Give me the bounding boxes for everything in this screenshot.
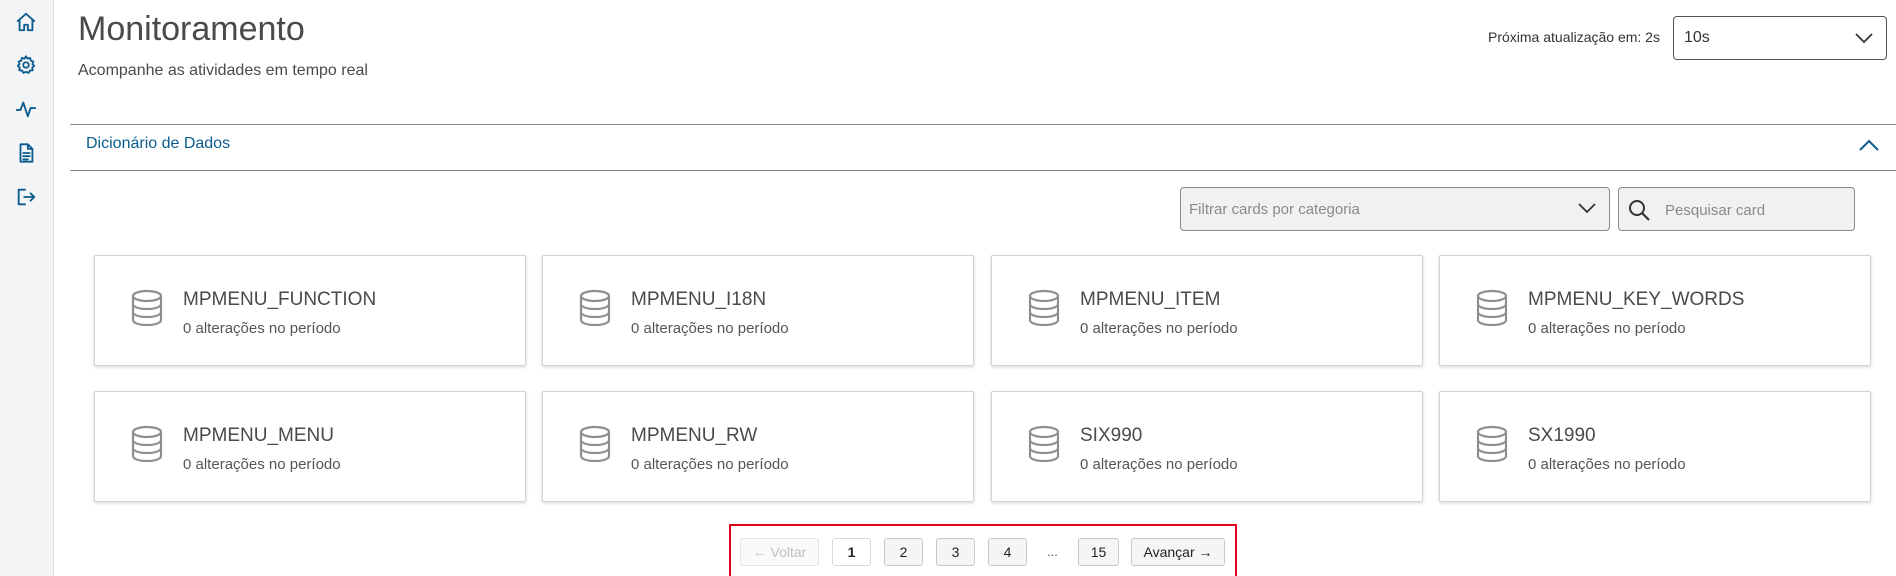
sidebar-item-documents[interactable]	[13, 140, 39, 166]
chevron-up-icon	[1859, 139, 1879, 151]
chevron-down-icon	[1855, 33, 1873, 44]
sidebar-item-home[interactable]	[13, 9, 39, 35]
sidebar-item-settings[interactable]	[13, 52, 39, 78]
search-input[interactable]	[1663, 198, 1847, 222]
card-description: 0 alterações no período	[631, 456, 789, 473]
pagination-page-15[interactable]: 15	[1078, 538, 1119, 566]
sidebar-item-activity[interactable]	[13, 96, 39, 122]
database-icon	[130, 289, 164, 332]
accordion-header[interactable]: Dicionário de Dados	[70, 125, 1896, 170]
card-description: 0 alterações no período	[183, 456, 341, 473]
search-field[interactable]	[1618, 187, 1855, 231]
accordion-divider-bottom	[70, 170, 1896, 171]
card-description: 0 alterações no período	[1528, 320, 1686, 337]
refresh-interval-value: 10s	[1684, 29, 1710, 46]
refresh-countdown-label: Próxima atualização em: 2s	[1488, 29, 1660, 45]
page-subtitle: Acompanhe as atividades em tempo real	[78, 62, 368, 79]
card-description: 0 alterações no período	[1080, 320, 1238, 337]
card-mpmenu-function[interactable]: MPMENU_FUNCTION 0 alterações no período	[94, 255, 526, 366]
card-description: 0 alterações no período	[1080, 456, 1238, 473]
database-icon	[1027, 289, 1061, 332]
card-mpmenu-key-words[interactable]: MPMENU_KEY_WORDS 0 alterações no período	[1439, 255, 1871, 366]
pagination-page-3[interactable]: 3	[936, 538, 975, 566]
card-title: SX1990	[1528, 425, 1596, 446]
card-title: MPMENU_I18N	[631, 289, 767, 310]
chevron-down-icon	[1578, 203, 1596, 214]
card-title: MPMENU_MENU	[183, 425, 334, 446]
pagination-ellipsis: ...	[1047, 544, 1058, 559]
logout-icon	[17, 188, 36, 206]
card-description: 0 alterações no período	[631, 320, 789, 337]
card-mpmenu-i18n[interactable]: MPMENU_I18N 0 alterações no período	[542, 255, 974, 366]
card-title: MPMENU_ITEM	[1080, 289, 1221, 310]
card-mpmenu-menu[interactable]: MPMENU_MENU 0 alterações no período	[94, 391, 526, 502]
pagination-page-2[interactable]: 2	[884, 538, 923, 566]
search-icon	[1629, 200, 1650, 221]
card-title: MPMENU_FUNCTION	[183, 289, 377, 310]
pagination-next-button[interactable]: Avançar →	[1131, 538, 1225, 566]
card-title: MPMENU_KEY_WORDS	[1528, 289, 1745, 310]
pagination-page-1[interactable]: 1	[832, 538, 871, 566]
card-six990[interactable]: SIX990 0 alterações no período	[991, 391, 1423, 502]
category-filter-select[interactable]: Filtrar cards por categoria	[1180, 187, 1610, 231]
database-icon	[1027, 425, 1061, 468]
card-sx1990[interactable]: SX1990 0 alterações no período	[1439, 391, 1871, 502]
sidebar	[0, 0, 54, 576]
database-icon	[130, 425, 164, 468]
accordion-title: Dicionário de Dados	[86, 135, 231, 152]
category-filter-placeholder: Filtrar cards por categoria	[1189, 201, 1360, 218]
card-mpmenu-item[interactable]: MPMENU_ITEM 0 alterações no período	[991, 255, 1423, 366]
database-icon	[578, 425, 612, 468]
sidebar-item-logout[interactable]	[13, 184, 39, 210]
card-description: 0 alterações no período	[1528, 456, 1686, 473]
activity-icon	[15, 101, 37, 118]
pagination-prev-button[interactable]: ← Voltar	[740, 538, 819, 566]
database-icon	[1475, 425, 1509, 468]
database-icon	[578, 289, 612, 332]
document-icon	[19, 143, 34, 163]
page-title: Monitoramento	[78, 10, 305, 48]
database-icon	[1475, 289, 1509, 332]
card-title: SIX990	[1080, 425, 1143, 446]
card-title: MPMENU_RW	[631, 425, 758, 446]
card-mpmenu-rw[interactable]: MPMENU_RW 0 alterações no período	[542, 391, 974, 502]
pagination-page-4[interactable]: 4	[988, 538, 1027, 566]
gear-icon	[16, 55, 36, 74]
home-icon	[16, 12, 36, 32]
refresh-interval-select[interactable]: 10s	[1673, 16, 1887, 60]
card-description: 0 alterações no período	[183, 320, 341, 337]
